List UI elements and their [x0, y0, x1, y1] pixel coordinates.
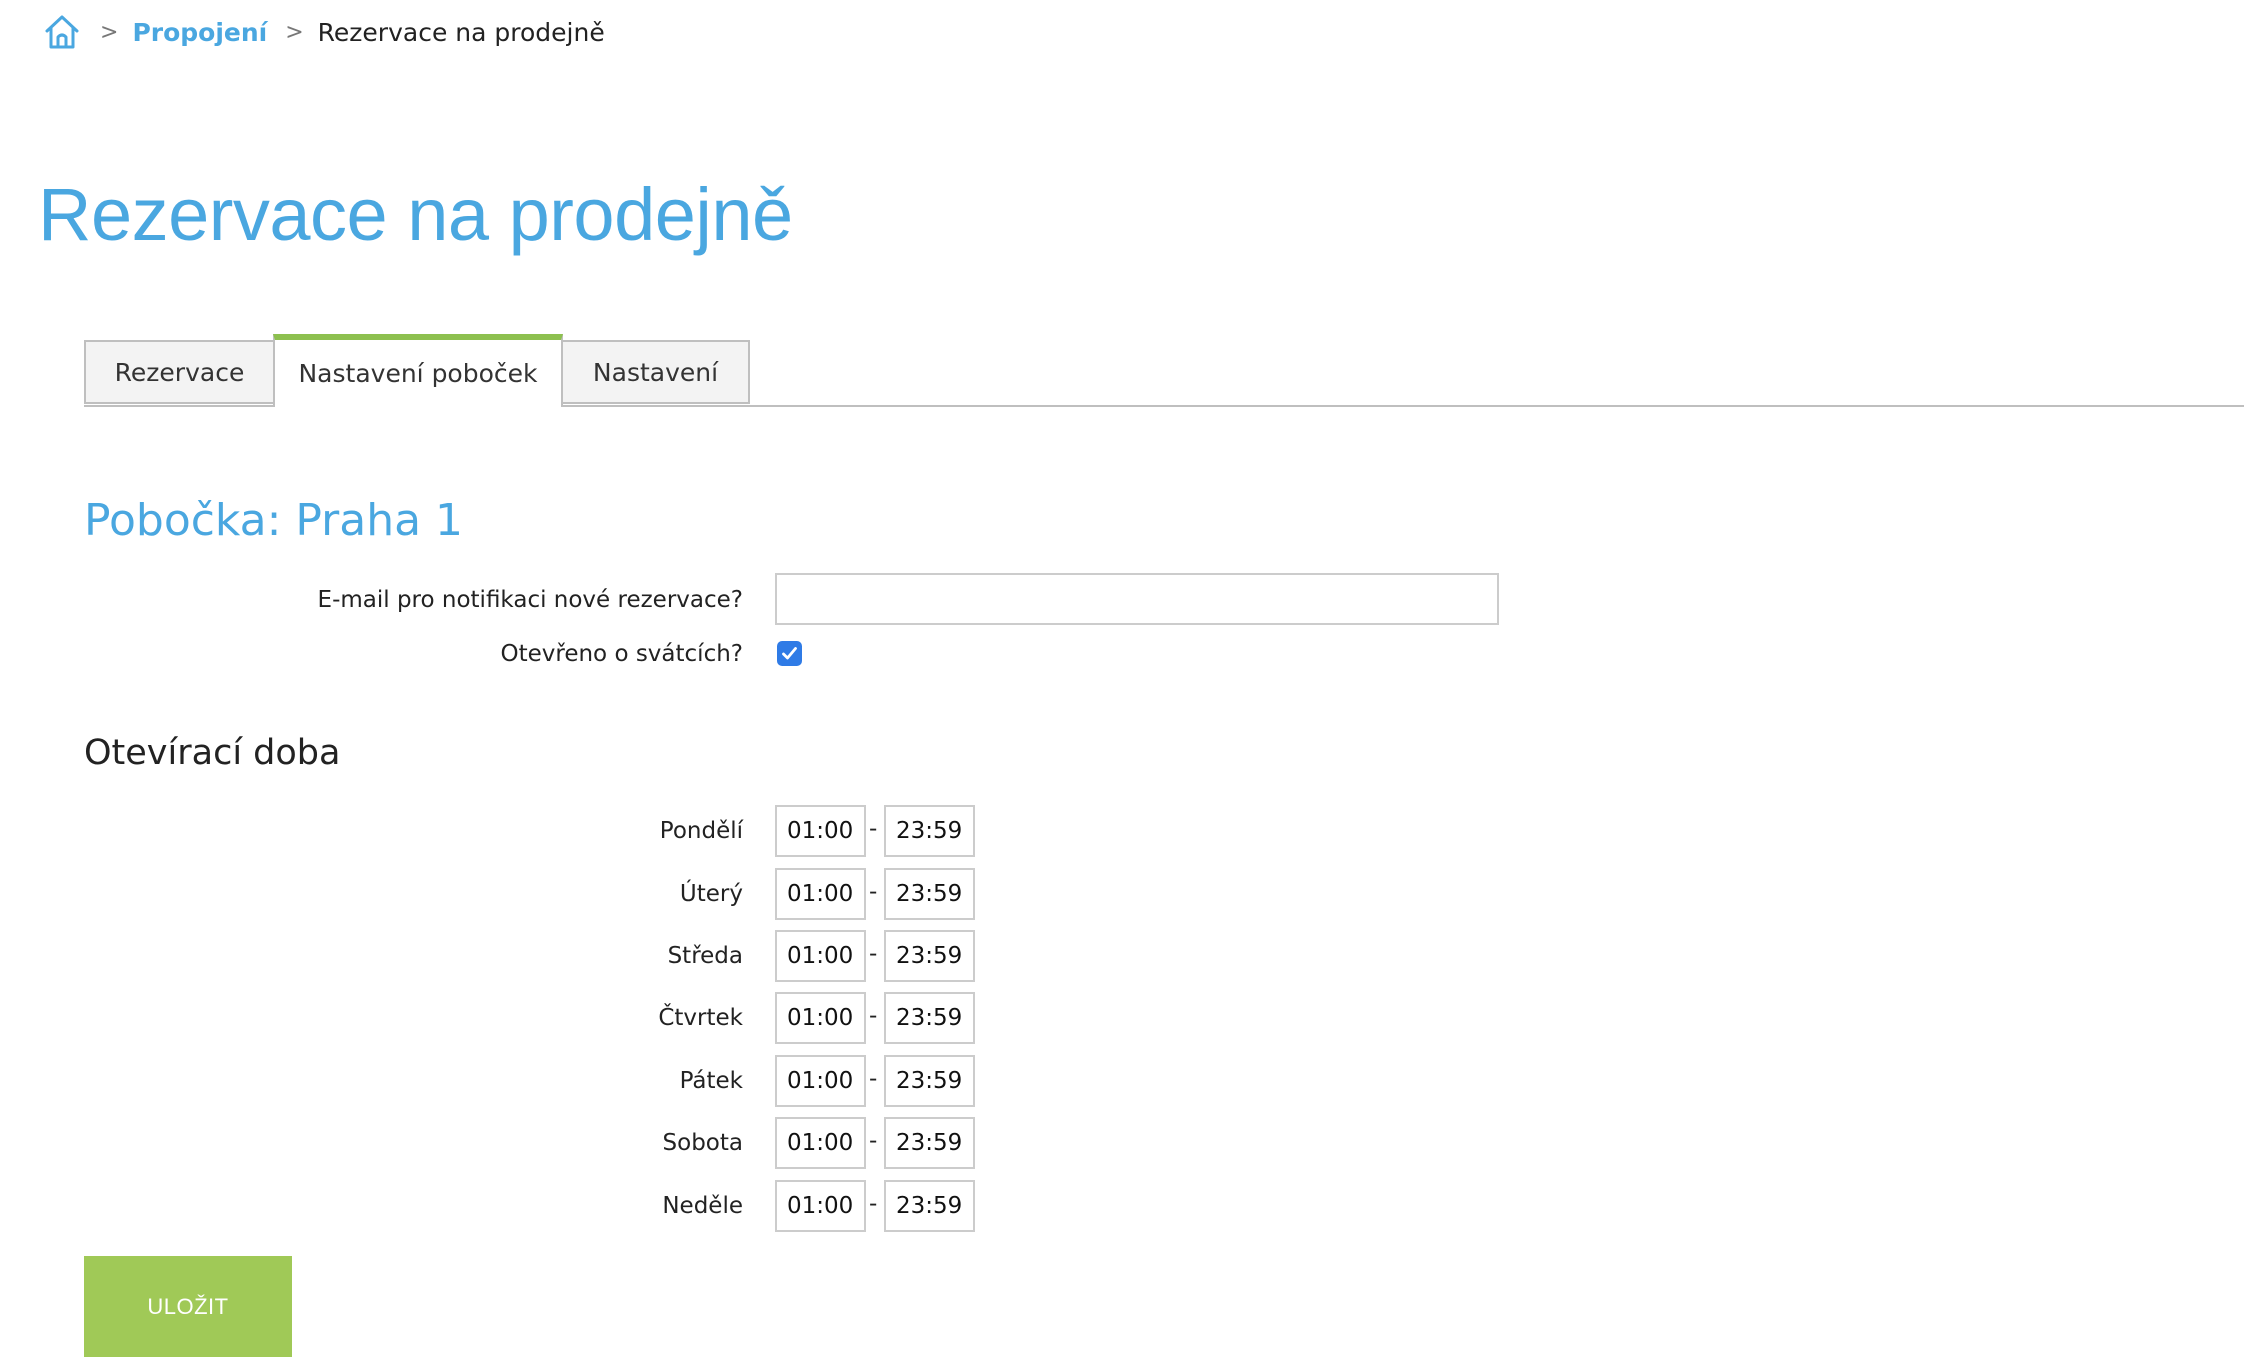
time-to-input[interactable] [884, 992, 975, 1044]
page: > Propojení > Rezervace na prodejně Reze… [0, 0, 2244, 1360]
time-from-input[interactable] [775, 1117, 866, 1169]
save-button[interactable]: ULOŽIT [84, 1256, 292, 1357]
day-label: Neděle [662, 1193, 743, 1219]
time-separator: - [869, 1128, 878, 1154]
time-from-input[interactable] [775, 930, 866, 982]
time-from-input[interactable] [775, 992, 866, 1044]
time-to-input[interactable] [884, 868, 975, 920]
day-row-ctvrtek: Čtvrtek - [0, 992, 1000, 1044]
day-label: Čtvrtek [658, 1005, 743, 1031]
time-separator: - [869, 941, 878, 967]
home-icon[interactable] [42, 12, 82, 52]
breadcrumb-link-propojeni[interactable]: Propojení [132, 18, 267, 47]
time-to-input[interactable] [884, 930, 975, 982]
time-separator: - [869, 816, 878, 842]
day-row-utery: Úterý - [0, 868, 1000, 920]
breadcrumb: > Propojení > Rezervace na prodejně [42, 10, 605, 54]
time-separator: - [869, 879, 878, 905]
tab-rezervace[interactable]: Rezervace [84, 340, 275, 404]
email-label: E-mail pro notifikaci nové rezervace? [317, 587, 743, 613]
breadcrumb-current: Rezervace na prodejně [317, 17, 605, 47]
time-separator: - [869, 1191, 878, 1217]
page-title: Rezervace na prodejně [38, 173, 793, 256]
tab-nastaveni[interactable]: Nastavení [561, 340, 750, 404]
time-from-input[interactable] [775, 1055, 866, 1107]
holidays-label: Otevřeno o svátcích? [500, 641, 744, 667]
time-to-input[interactable] [884, 1180, 975, 1232]
time-from-input[interactable] [775, 868, 866, 920]
day-row-pondeli: Pondělí - [0, 805, 1000, 857]
time-separator: - [869, 1003, 878, 1029]
time-to-input[interactable] [884, 1117, 975, 1169]
email-field[interactable] [775, 573, 1499, 625]
time-from-input[interactable] [775, 805, 866, 857]
branch-title: Pobočka: Praha 1 [84, 495, 464, 546]
day-row-nedele: Neděle - [0, 1180, 1000, 1232]
day-row-sobota: Sobota - [0, 1117, 1000, 1169]
day-label: Pátek [679, 1068, 743, 1094]
time-to-input[interactable] [884, 805, 975, 857]
time-from-input[interactable] [775, 1180, 866, 1232]
day-label: Sobota [662, 1130, 743, 1156]
breadcrumb-separator: > [285, 19, 304, 45]
time-separator: - [869, 1066, 878, 1092]
day-label: Pondělí [659, 818, 743, 844]
breadcrumb-separator: > [100, 19, 119, 45]
day-label: Středa [667, 943, 743, 969]
time-to-input[interactable] [884, 1055, 975, 1107]
tab-nastaveni-pobocek[interactable]: Nastavení poboček [273, 334, 563, 407]
opening-hours-title: Otevírací doba [84, 733, 341, 773]
day-label: Úterý [679, 881, 743, 907]
day-row-patek: Pátek - [0, 1055, 1000, 1107]
day-row-streda: Středa - [0, 930, 1000, 982]
holidays-checkbox[interactable] [777, 641, 802, 666]
checkmark-icon [782, 647, 797, 660]
